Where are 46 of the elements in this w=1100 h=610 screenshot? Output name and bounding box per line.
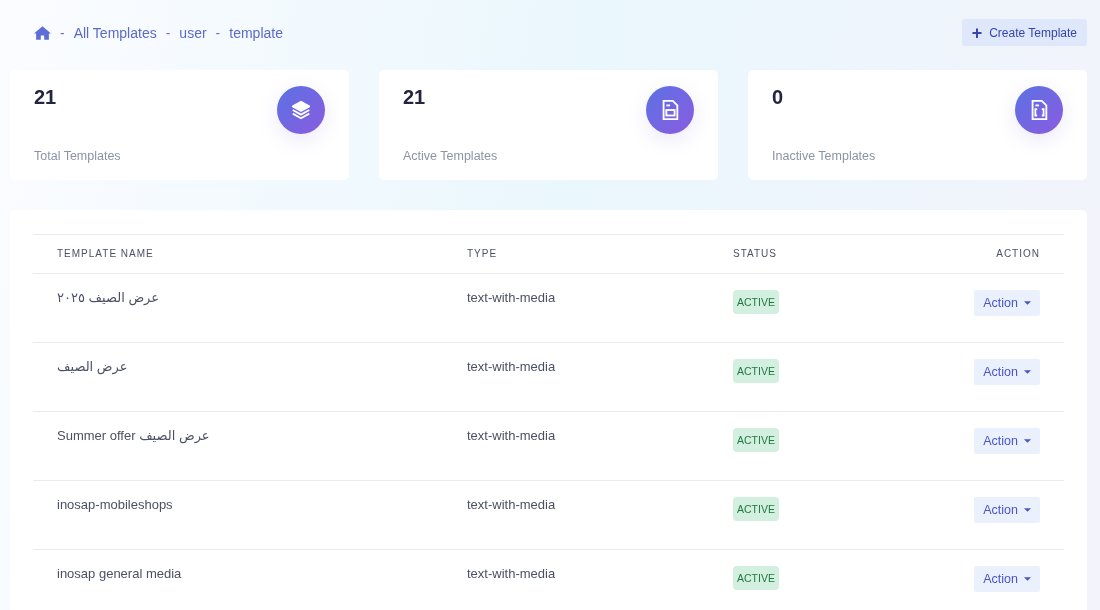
action-dropdown-button[interactable]: Action — [974, 290, 1040, 316]
caret-icon — [1024, 301, 1031, 305]
breadcrumb-link[interactable]: All Templates — [73, 24, 157, 41]
document-icon — [1015, 86, 1063, 134]
template-type: text-with-media — [443, 273, 709, 343]
caret-icon — [1024, 370, 1031, 374]
template-type: text-with-media — [443, 411, 709, 481]
template-type: text-with-media — [443, 549, 709, 610]
template-name: عرض الصيف — [33, 342, 443, 412]
document-icon — [646, 86, 694, 134]
action-dropdown-button[interactable]: Action — [974, 359, 1040, 385]
caret-icon — [1024, 439, 1031, 443]
stat-label: Inactive Templates — [772, 149, 876, 163]
stat-value: 21 — [34, 86, 58, 109]
template-name: عرض الصيف ٢٠٢٥ — [33, 273, 443, 343]
template-name: inosap general media — [33, 549, 443, 610]
status-badge: ACTIVE — [733, 359, 779, 383]
action-dropdown-button[interactable]: Action — [974, 428, 1040, 454]
status-badge: ACTIVE — [733, 290, 779, 314]
template-type: text-with-media — [443, 342, 709, 412]
status-badge: ACTIVE — [733, 566, 779, 590]
home-icon[interactable] — [34, 25, 51, 40]
template-name: Summer offer عرض الصيف — [33, 411, 443, 481]
column-header: STATUS — [709, 234, 927, 274]
caret-icon — [1024, 508, 1031, 512]
stat-value: 21 — [403, 86, 427, 109]
template-name: inosap-mobileshops — [33, 480, 443, 550]
action-dropdown-button[interactable]: Action — [974, 566, 1040, 592]
column-header: TEMPLATE NAME — [33, 234, 443, 274]
layers-icon — [277, 86, 325, 134]
action-dropdown-button[interactable]: Action — [974, 497, 1040, 523]
breadcrumb-link[interactable]: user — [179, 24, 207, 41]
stat-value: 0 — [772, 86, 785, 109]
column-header: ACTION — [927, 234, 1064, 274]
status-badge: ACTIVE — [733, 428, 779, 452]
template-type: text-with-media — [443, 480, 709, 550]
breadcrumb-separator: - — [215, 24, 221, 41]
stat-label: Active Templates — [403, 149, 498, 163]
status-badge: ACTIVE — [733, 497, 779, 521]
breadcrumb-link[interactable]: template — [229, 24, 283, 41]
create-template-button[interactable]: + Create Template — [961, 19, 1087, 46]
stat-label: Total Templates — [34, 149, 121, 163]
breadcrumb-separator: - — [165, 24, 171, 41]
caret-icon — [1024, 577, 1031, 581]
breadcrumb-separator: - — [60, 24, 65, 41]
column-header: TYPE — [443, 234, 709, 274]
